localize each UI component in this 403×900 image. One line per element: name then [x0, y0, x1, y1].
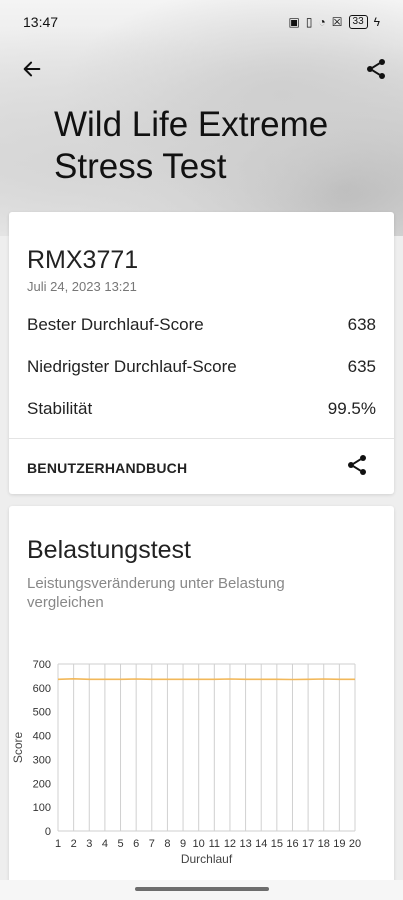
chart-x-tick-label: 7 [149, 838, 155, 850]
chart-x-tick-label: 3 [86, 838, 92, 850]
share-icon [348, 455, 366, 475]
chart-y-tick-label: 700 [33, 659, 51, 671]
chart-x-tick-label: 20 [349, 838, 361, 850]
status-icons: ▣ ▯ ◔ ☒ 33 ϟ [289, 15, 380, 29]
chart-x-tick-label: 10 [193, 838, 205, 850]
user-manual-link[interactable]: BENUTZERHANDBUCH [27, 460, 187, 476]
manual-share-button[interactable] [345, 453, 373, 481]
status-time: 13:47 [23, 14, 59, 30]
summary-card: RMX3771 Juli 24, 2023 13:21 Bester Durch… [9, 212, 394, 494]
chart-x-tick-label: 19 [333, 838, 345, 850]
nfc-icon: ▣ [288, 15, 300, 29]
best-score-row: Bester Durchlauf-Score 638 [27, 315, 376, 335]
chart-x-tick-label: 11 [209, 838, 220, 850]
chart-y-tick-label: 300 [33, 754, 51, 766]
charging-icon: ϟ [373, 15, 380, 29]
gesture-navigation-bar[interactable] [135, 887, 269, 891]
chart-x-tick-label: 2 [71, 838, 77, 850]
x-badge-icon: ☒ [331, 15, 343, 29]
chart-y-tick-label: 400 [33, 731, 51, 743]
chart-x-tick-label: 4 [102, 838, 108, 850]
chart-y-tick-label: 200 [33, 778, 51, 790]
chart-x-tick-label: 12 [224, 838, 236, 850]
chart-grid [57, 663, 356, 832]
result-date: Juli 24, 2023 13:21 [27, 279, 137, 294]
chart-x-axis-label: Durchlauf [181, 852, 233, 866]
chart-x-tick-label: 17 [302, 838, 314, 850]
chart-x-tick-label: 13 [239, 838, 251, 850]
chart-y-tick-label: 500 [33, 707, 51, 719]
chart-x-tick-label: 5 [117, 838, 123, 850]
vibrate-icon: ▯ [305, 15, 313, 29]
chart-x-tick-label: 6 [133, 838, 139, 850]
chart-x-tick-label: 15 [271, 838, 283, 850]
chart-y-tick-label: 600 [33, 683, 51, 695]
lowest-score-value: 635 [347, 357, 376, 376]
best-score-label: Bester Durchlauf-Score [27, 315, 204, 334]
chart-y-axis-label: Score [11, 732, 25, 764]
lowest-score-row: Niedrigster Durchlauf-Score 635 [27, 357, 376, 377]
stability-label: Stabilität [27, 399, 93, 418]
chart-x-tick-label: 9 [180, 838, 186, 850]
battery-indicator: 33 [348, 15, 368, 29]
stress-test-title: Belastungstest [27, 536, 191, 564]
share-icon [367, 59, 385, 79]
chart-axes: 1 2 3 4 5 6 7 8 9 10 11 12 13 14 15 16 17 18 19 20010020030… [33, 659, 361, 850]
stress-test-card: Belastungstest Leistungsveränderung unte… [9, 506, 394, 886]
back-button[interactable] [15, 52, 49, 86]
share-button[interactable] [359, 52, 393, 86]
best-score-value: 638 [347, 315, 376, 334]
page-title: Wild Life Extreme Stress Test [54, 104, 374, 188]
stress-chart: 1 2 3 4 5 6 7 8 9 10 11 12 13 14 15 16 17 18 19 20010020030… [11, 659, 361, 866]
chart-y-tick-label: 100 [33, 802, 51, 814]
stress-test-subtitle: Leistungsveränderung unter Belastung ver… [27, 575, 285, 611]
chart-x-tick-label: 1 [55, 838, 61, 850]
chart-x-tick-label: 18 [318, 838, 330, 850]
wifi-icon: ◔ [318, 15, 326, 29]
back-arrow-icon [23, 61, 41, 77]
stability-row: Stabilität 99.5% [27, 399, 376, 419]
device-name: RMX3771 [27, 246, 139, 274]
stability-value: 99.5% [327, 399, 376, 418]
chart-x-tick-label: 8 [164, 838, 170, 850]
chart-y-tick-label: 0 [45, 826, 51, 838]
chart-series-line [57, 677, 355, 681]
card-divider [9, 438, 394, 439]
page-title-line2: Stress Test [54, 147, 227, 186]
chart-x-tick-label: 16 [286, 838, 298, 850]
status-bar: 13:47 ▣ ▯ ◔ ☒ 33 ϟ [0, 0, 403, 44]
chart-x-tick-label: 14 [255, 838, 267, 850]
page-title-line1: Wild Life Extreme [54, 105, 329, 144]
lowest-score-label: Niedrigster Durchlauf-Score [27, 357, 237, 376]
